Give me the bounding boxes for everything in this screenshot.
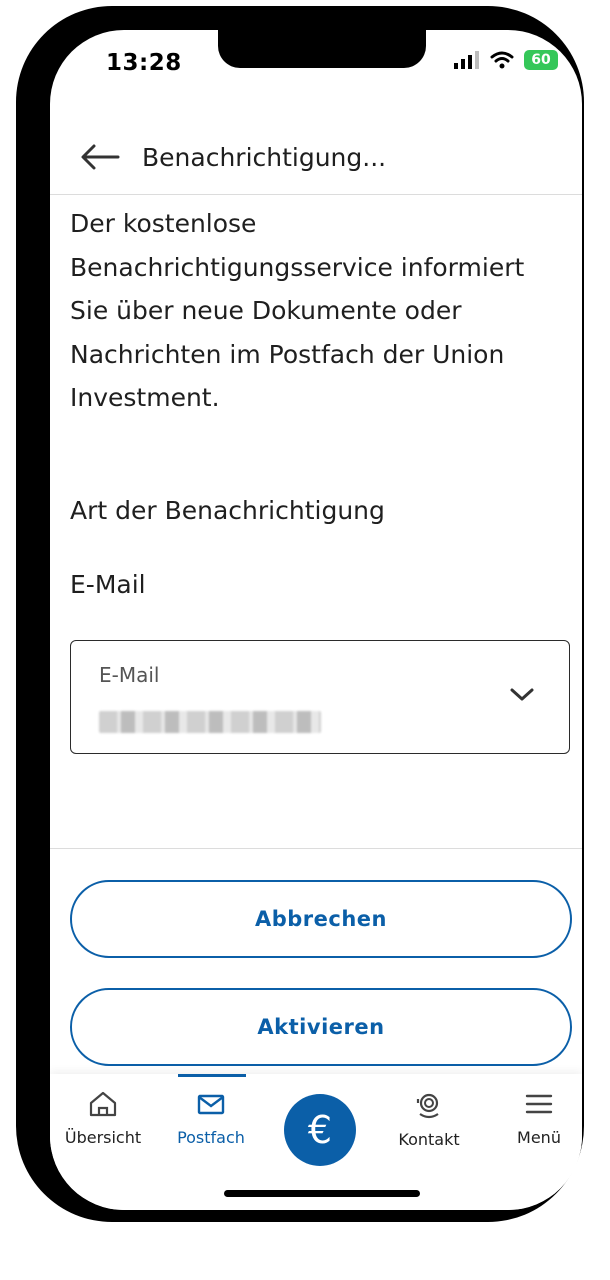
- euro-action-button[interactable]: €: [284, 1094, 356, 1166]
- intro-line: Sie über neue Dokumente oder: [70, 296, 462, 325]
- intro-line: Der kostenlose: [70, 209, 257, 238]
- channel-label: E-Mail: [70, 570, 146, 599]
- notch: [218, 30, 426, 68]
- active-tab-indicator: [178, 1074, 246, 1077]
- screen: 13:28 60 Benachrichtigung... Der kostenl…: [50, 30, 582, 1210]
- status-icons: 60: [454, 50, 558, 70]
- mail-icon: [197, 1094, 225, 1115]
- nav-item-uebersicht[interactable]: Übersicht: [58, 1090, 148, 1147]
- intro-line: Nachrichten im Postfach der Union: [70, 339, 505, 369]
- email-select-label: E-Mail: [99, 663, 160, 687]
- nav-label: Postfach: [177, 1128, 245, 1147]
- euro-icon: €: [307, 1108, 333, 1152]
- cancel-button[interactable]: Abbrechen: [70, 880, 572, 958]
- chevron-down-icon: [510, 688, 534, 701]
- email-value-redacted: [99, 711, 321, 733]
- back-button[interactable]: [78, 135, 122, 179]
- status-time: 13:28: [106, 50, 182, 76]
- email-select[interactable]: E-Mail: [70, 640, 570, 754]
- home-icon: [89, 1091, 117, 1117]
- activate-button[interactable]: Aktivieren: [70, 988, 572, 1066]
- nav-item-menue[interactable]: Menü: [494, 1090, 582, 1147]
- page-title: Benachrichtigung...: [142, 142, 387, 172]
- home-indicator: [224, 1190, 420, 1197]
- arrow-left-icon: [81, 144, 120, 170]
- headset-icon: [416, 1093, 439, 1119]
- battery-indicator: 60: [524, 50, 558, 70]
- signal-icon: [454, 51, 479, 69]
- wifi-icon: [490, 51, 514, 69]
- nav-label: Kontakt: [398, 1130, 460, 1149]
- app-header: Benachrichtigung...: [50, 120, 582, 195]
- intro-text: Der kostenlose Benachrichtigungsservice …: [70, 202, 550, 420]
- nav-item-postfach[interactable]: Postfach: [166, 1090, 256, 1147]
- menu-icon: [525, 1094, 553, 1114]
- actions-divider: [50, 848, 582, 849]
- nav-item-kontakt[interactable]: Kontakt: [384, 1090, 474, 1149]
- nav-label: Menü: [517, 1128, 561, 1147]
- notification-type-label: Art der Benachrichtigung: [70, 496, 385, 525]
- intro-line: Benachrichtigungsservice informiert: [70, 252, 525, 282]
- intro-line: Investment.: [70, 383, 220, 412]
- phone-frame: 13:28 60 Benachrichtigung... Der kostenl…: [16, 6, 584, 1222]
- nav-label: Übersicht: [64, 1128, 142, 1147]
